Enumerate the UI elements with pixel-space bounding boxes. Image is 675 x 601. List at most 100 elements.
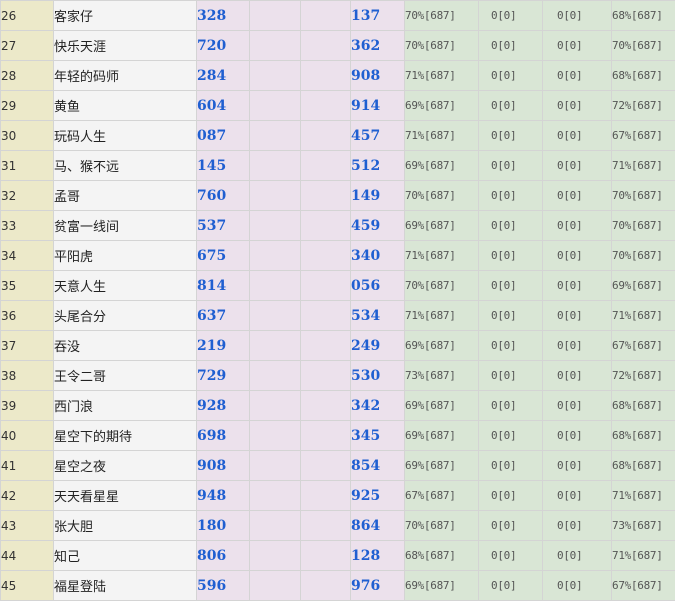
empty-cell-2 [301, 181, 351, 211]
empty-cell-1 [250, 481, 301, 511]
name-cell: 玩码人生 [54, 121, 197, 151]
rank-cell: 39 [1, 391, 54, 421]
count-cell-1: 0[0] [479, 301, 543, 331]
rank-cell: 43 [1, 511, 54, 541]
rank-cell: 34 [1, 241, 54, 271]
name-cell: 星空下的期待 [54, 421, 197, 451]
count-cell-1: 0[0] [479, 481, 543, 511]
number-cell-1: 729 [197, 361, 250, 391]
table-row: 30玩码人生08745771%[687]0[0]0[0]67%[687] [1, 121, 675, 151]
empty-cell-2 [301, 391, 351, 421]
rank-cell: 27 [1, 31, 54, 61]
table-row: 40星空下的期待69834569%[687]0[0]0[0]68%[687] [1, 421, 675, 451]
number-cell-1: 760 [197, 181, 250, 211]
empty-cell-1 [250, 31, 301, 61]
name-cell: 快乐天涯 [54, 31, 197, 61]
rate-cell-1: 71%[687] [405, 121, 479, 151]
empty-cell-2 [301, 121, 351, 151]
empty-cell-1 [250, 151, 301, 181]
rate-cell-2: 68%[687] [612, 61, 675, 91]
name-cell: 王令二哥 [54, 361, 197, 391]
rank-cell: 37 [1, 331, 54, 361]
empty-cell-1 [250, 451, 301, 481]
rate-cell-2: 67%[687] [612, 331, 675, 361]
empty-cell-1 [250, 1, 301, 31]
empty-cell-2 [301, 271, 351, 301]
empty-cell-2 [301, 331, 351, 361]
rate-cell-1: 69%[687] [405, 331, 479, 361]
number-cell-2: 128 [351, 541, 405, 571]
rank-cell: 41 [1, 451, 54, 481]
table-row: 37吞没21924969%[687]0[0]0[0]67%[687] [1, 331, 675, 361]
number-cell-2: 512 [351, 151, 405, 181]
number-cell-1: 180 [197, 511, 250, 541]
number-cell-2: 249 [351, 331, 405, 361]
rank-cell: 30 [1, 121, 54, 151]
name-cell: 平阳虎 [54, 241, 197, 271]
count-cell-2: 0[0] [543, 151, 612, 181]
number-cell-1: 596 [197, 571, 250, 601]
empty-cell-2 [301, 361, 351, 391]
rate-cell-1: 70%[687] [405, 271, 479, 301]
table-row: 42天天看星星94892567%[687]0[0]0[0]71%[687] [1, 481, 675, 511]
table-row: 31马、猴不远14551269%[687]0[0]0[0]71%[687] [1, 151, 675, 181]
empty-cell-2 [301, 541, 351, 571]
number-cell-2: 342 [351, 391, 405, 421]
empty-cell-2 [301, 451, 351, 481]
table-row: 36头尾合分63753471%[687]0[0]0[0]71%[687] [1, 301, 675, 331]
table-row: 38王令二哥72953073%[687]0[0]0[0]72%[687] [1, 361, 675, 391]
rate-cell-2: 71%[687] [612, 301, 675, 331]
rate-cell-2: 71%[687] [612, 541, 675, 571]
rate-cell-2: 71%[687] [612, 481, 675, 511]
rate-cell-1: 71%[687] [405, 301, 479, 331]
name-cell: 头尾合分 [54, 301, 197, 331]
number-cell-2: 345 [351, 421, 405, 451]
count-cell-1: 0[0] [479, 1, 543, 31]
rank-cell: 29 [1, 91, 54, 121]
name-cell: 西门浪 [54, 391, 197, 421]
count-cell-2: 0[0] [543, 61, 612, 91]
rate-cell-1: 69%[687] [405, 211, 479, 241]
empty-cell-2 [301, 241, 351, 271]
rank-cell: 32 [1, 181, 54, 211]
empty-cell-1 [250, 511, 301, 541]
table-body: 26客家仔32813770%[687]0[0]0[0]68%[687]27快乐天… [1, 1, 675, 601]
name-cell: 星空之夜 [54, 451, 197, 481]
count-cell-1: 0[0] [479, 541, 543, 571]
rank-cell: 31 [1, 151, 54, 181]
count-cell-1: 0[0] [479, 421, 543, 451]
empty-cell-1 [250, 241, 301, 271]
rank-cell: 44 [1, 541, 54, 571]
rank-cell: 38 [1, 361, 54, 391]
count-cell-2: 0[0] [543, 181, 612, 211]
name-cell: 马、猴不远 [54, 151, 197, 181]
empty-cell-2 [301, 61, 351, 91]
count-cell-2: 0[0] [543, 301, 612, 331]
table-row: 44知己80612868%[687]0[0]0[0]71%[687] [1, 541, 675, 571]
count-cell-1: 0[0] [479, 181, 543, 211]
number-cell-2: 340 [351, 241, 405, 271]
table-row: 45福星登陆59697669%[687]0[0]0[0]67%[687] [1, 571, 675, 601]
count-cell-2: 0[0] [543, 271, 612, 301]
count-cell-2: 0[0] [543, 511, 612, 541]
rate-cell-2: 72%[687] [612, 361, 675, 391]
number-cell-1: 814 [197, 271, 250, 301]
table-row: 34平阳虎67534071%[687]0[0]0[0]70%[687] [1, 241, 675, 271]
count-cell-2: 0[0] [543, 391, 612, 421]
rate-cell-2: 70%[687] [612, 241, 675, 271]
empty-cell-2 [301, 571, 351, 601]
table-row: 39西门浪92834269%[687]0[0]0[0]68%[687] [1, 391, 675, 421]
rank-cell: 36 [1, 301, 54, 331]
rank-cell: 35 [1, 271, 54, 301]
count-cell-2: 0[0] [543, 361, 612, 391]
number-cell-1: 087 [197, 121, 250, 151]
empty-cell-2 [301, 151, 351, 181]
number-cell-1: 219 [197, 331, 250, 361]
rate-cell-2: 69%[687] [612, 271, 675, 301]
count-cell-2: 0[0] [543, 571, 612, 601]
number-cell-1: 328 [197, 1, 250, 31]
table-row: 26客家仔32813770%[687]0[0]0[0]68%[687] [1, 1, 675, 31]
table-row: 29黄鱼60491469%[687]0[0]0[0]72%[687] [1, 91, 675, 121]
empty-cell-1 [250, 271, 301, 301]
empty-cell-1 [250, 61, 301, 91]
